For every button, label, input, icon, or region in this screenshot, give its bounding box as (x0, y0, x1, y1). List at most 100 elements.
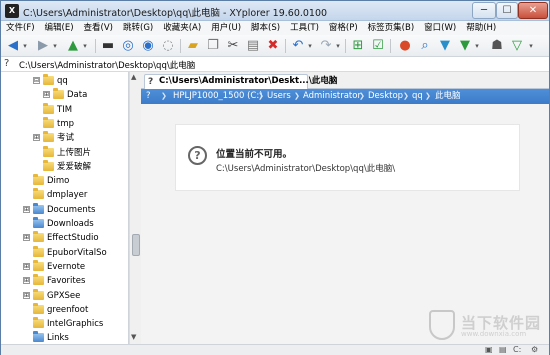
tree-icon[interactable]: ⊞ (350, 38, 366, 54)
toolbar: ◀ ▾ ▶ ▾ ▲ ▾ ▬ ◎ ◉ ◌ ▰ ❐ ✂ ▤ ✖ ↶ ▾ ↷ ▾ ⊞ … (1, 35, 549, 57)
tab-strip: ? C:\Users\Administrator\Deskt...\此电脑 + … (141, 72, 549, 89)
tree-item[interactable]: Dimo (23, 174, 69, 188)
undo-dropdown-icon[interactable]: ▾ (302, 38, 318, 54)
menu-window[interactable]: 窗口(W) (419, 21, 461, 35)
new-folder-icon[interactable]: ▰ (185, 38, 201, 54)
breadcrumb-item[interactable]: 此电脑 (435, 89, 461, 104)
checklist-icon[interactable]: ☑ (370, 38, 386, 54)
address-bar[interactable]: ? C:\Users\Administrator\Desktop\qq\此电脑 (1, 57, 549, 72)
menu-go[interactable]: 跳转(G) (118, 21, 158, 35)
scroll-up-icon[interactable]: ▲ (131, 73, 136, 81)
menu-tabsets[interactable]: 标签页集(B) (363, 21, 419, 35)
search-icon[interactable]: ◉ (140, 38, 156, 54)
up-dropdown-icon[interactable]: ▾ (77, 38, 93, 54)
tree-item[interactable]: greenfoot (23, 302, 88, 317)
menu-file[interactable]: 文件(F) (1, 21, 40, 35)
file-list-pane[interactable]: ? 位置当前不可用。 C:\Users\Administrator\Deskto… (141, 104, 549, 344)
back-dropdown-icon[interactable]: ▾ (17, 38, 33, 54)
expand-icon[interactable]: ⊞ (43, 91, 50, 99)
expand-icon[interactable]: ⊞ (33, 134, 40, 142)
maximize-button[interactable]: ☐ (496, 2, 518, 19)
breadcrumb-item[interactable]: HPLJP1000_1500 (C:) (173, 89, 263, 104)
breadcrumb-item[interactable]: Users (267, 89, 291, 104)
tree-item[interactable]: ⊞ Favorites (23, 274, 85, 288)
folder-icon (33, 317, 44, 329)
expand-icon[interactable]: ⊞ (23, 277, 30, 285)
breadcrumb-item[interactable]: qq (412, 89, 423, 104)
c-drive-icon[interactable]: C: (513, 345, 521, 354)
menu-user[interactable]: 用户(U) (206, 21, 246, 35)
copy-icon[interactable]: ❐ (205, 38, 221, 54)
tree-item[interactable]: ⊞ EffectStudio (23, 231, 99, 245)
delete-icon[interactable]: ✖ (265, 38, 281, 54)
forward-dropdown-icon[interactable]: ▾ (47, 38, 63, 54)
tree-scrollbar[interactable]: ▲ ▼ (129, 72, 141, 344)
add-tab-button[interactable]: + (311, 75, 319, 86)
tree-item[interactable]: Links (23, 331, 69, 344)
tree-item[interactable]: ⊞ 考试 (33, 131, 74, 145)
tree-item[interactable]: ⊞ Evernote (23, 259, 85, 274)
menu-help[interactable]: 帮助(H) (461, 21, 501, 35)
tree-item[interactable]: Downloads (23, 217, 94, 231)
close-button[interactable]: ✕ (518, 2, 548, 19)
tab-current[interactable]: ? C:\Users\Administrator\Deskt...\此电脑 (144, 74, 337, 89)
save-icon[interactable]: ▤ (499, 345, 507, 354)
title-bar: X C:\Users\Administrator\Desktop\qq\此电脑 … (1, 1, 549, 21)
folder-icon (53, 88, 64, 100)
expand-icon[interactable]: ⊞ (23, 291, 30, 299)
tree-item[interactable]: ⊟ qq (33, 74, 68, 88)
expand-icon[interactable]: ⊞ (23, 234, 30, 242)
paste-icon[interactable]: ▤ (245, 38, 261, 54)
tree-item[interactable]: tmp (33, 116, 74, 131)
tree-item[interactable]: ⊞ Data (43, 88, 87, 102)
expand-icon[interactable]: ⊞ (23, 205, 30, 213)
filter-icon[interactable]: ▼ (437, 38, 453, 54)
tree-item-label: dmplayer (47, 190, 88, 201)
computer-icon[interactable]: ▬ (100, 38, 116, 54)
settings-icon[interactable]: ⚙ (531, 345, 538, 354)
help-icon: ? (148, 77, 154, 87)
find-icon[interactable]: ⌕ (417, 38, 433, 54)
scroll-thumb[interactable] (132, 234, 140, 256)
menu-dropdown-icon[interactable]: ▾ (523, 38, 539, 54)
tab-dropdown-icon[interactable]: ▾ (323, 76, 327, 84)
tree-item[interactable]: EpuborVitalSo (23, 245, 107, 260)
scroll-down-icon[interactable]: ▼ (131, 333, 136, 341)
menu-tools[interactable]: 工具(T) (285, 21, 324, 35)
breadcrumb-item[interactable]: Desktop (368, 89, 403, 104)
ghost-icon[interactable]: ☗ (489, 38, 505, 54)
breadcrumb: ? ❯ HPLJP1000_1500 (C:) ❯ Users ❯ Admini… (141, 89, 549, 104)
redo-dropdown-icon[interactable]: ▾ (330, 38, 346, 54)
tree-item[interactable]: 上传图片 (33, 145, 91, 160)
cut-icon[interactable]: ✂ (225, 38, 241, 54)
lock-icon[interactable]: ▣ (485, 345, 493, 354)
address-path[interactable]: C:\Users\Administrator\Desktop\qq\此电脑 (19, 59, 195, 71)
tree-item[interactable]: dmplayer (23, 188, 87, 202)
filter-dropdown-icon[interactable]: ▾ (469, 38, 485, 54)
menu-edit[interactable]: 编辑(E) (40, 21, 79, 35)
folder-icon (33, 188, 44, 200)
palette-icon[interactable]: ● (397, 38, 413, 54)
tree-item[interactable]: 爱爱破解 (33, 159, 91, 174)
watermark-logo-icon (429, 310, 455, 340)
minimize-button[interactable]: ─ (472, 2, 496, 19)
tree-item-label: EffectStudio (47, 233, 99, 244)
tree-item[interactable]: IntelGraphics (23, 317, 103, 331)
target-icon[interactable]: ◎ (120, 38, 136, 54)
menu-script[interactable]: 脚本(S) (246, 21, 285, 35)
expand-icon[interactable]: ⊞ (23, 262, 30, 270)
message-title: 位置当前不可用。 (216, 149, 293, 160)
expand-icon[interactable]: ⊟ (33, 77, 40, 84)
tree-item[interactable]: ⊞ Documents (23, 202, 95, 217)
breadcrumb-item[interactable]: Administrator (303, 89, 361, 104)
menu-favorites[interactable]: 收藏夹(A) (158, 21, 206, 35)
tree-item-label: EpuborVitalSo (47, 247, 107, 258)
menu-panes[interactable]: 窗格(P) (324, 21, 363, 35)
refresh-icon[interactable]: ◌ (160, 38, 176, 54)
tree-item[interactable]: TIM (33, 102, 72, 117)
folder-icon (33, 259, 44, 271)
tree-item[interactable]: ⊞ GPXSee (23, 288, 80, 303)
menu-view[interactable]: 查看(V) (79, 21, 118, 35)
